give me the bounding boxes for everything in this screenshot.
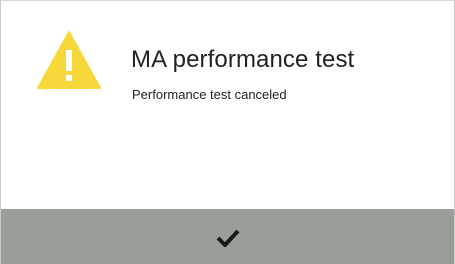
warning-icon [37,31,101,89]
dialog-content: MA performance test Performance test can… [1,1,454,209]
dialog-message: Performance test canceled [132,87,287,102]
confirm-button[interactable] [1,209,454,264]
checkmark-icon [216,229,239,247]
dialog-title: MA performance test [131,46,355,73]
alert-dialog: MA performance test Performance test can… [0,0,455,264]
